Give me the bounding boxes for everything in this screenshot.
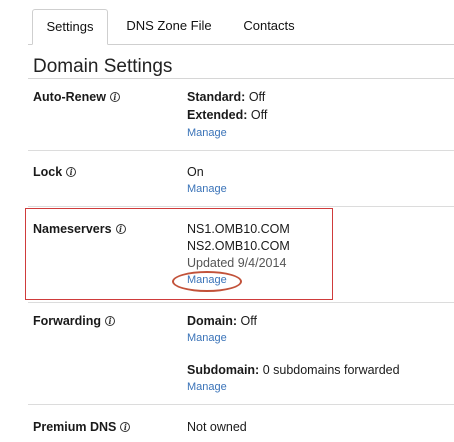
domain-value: Off: [237, 314, 257, 328]
section-divider: [28, 150, 454, 151]
lock-label: Lock: [33, 165, 63, 179]
auto-renew-manage-link[interactable]: Manage: [187, 127, 227, 139]
forwarding-subdomain-manage-link[interactable]: Manage: [187, 381, 227, 393]
lock-value: On: [187, 165, 204, 179]
nameserver-1: NS1.OMB10.COM: [187, 222, 290, 236]
tab-contacts[interactable]: Contacts: [236, 9, 302, 45]
nameserver-2: NS2.OMB10.COM: [187, 239, 290, 253]
info-icon[interactable]: i: [109, 92, 120, 102]
title-divider: [28, 78, 454, 79]
tab-settings[interactable]: Settings: [32, 9, 108, 45]
subdomain-value: 0 subdomains forwarded: [259, 363, 400, 377]
premium-dns-value: Not owned: [187, 420, 247, 434]
standard-value: Off: [245, 90, 266, 104]
forwarding-domain: Domain: Off: [187, 314, 257, 328]
premium-dns-label: Premium DNS: [33, 420, 117, 434]
info-icon[interactable]: i: [120, 422, 131, 432]
domain-label: Domain:: [187, 314, 237, 328]
nameservers-updated: Updated 9/4/2014: [187, 256, 287, 270]
page-title: Domain Settings: [33, 56, 173, 77]
tab-bar: Settings DNS Zone File Contacts: [0, 0, 454, 45]
forwarding-label-row: Forwarding i: [33, 314, 116, 328]
info-icon[interactable]: i: [115, 224, 126, 234]
lock-manage-link[interactable]: Manage: [187, 183, 227, 195]
nameservers-label-row: Nameservers i: [33, 222, 126, 236]
auto-renew-extended: Extended: Off: [187, 108, 267, 122]
forwarding-subdomain: Subdomain: 0 subdomains forwarded: [187, 363, 400, 377]
extended-label: Extended:: [187, 108, 248, 122]
auto-renew-label-row: Auto-Renew i: [33, 90, 120, 104]
premium-dns-label-row: Premium DNS i: [33, 420, 131, 434]
section-divider: [28, 404, 454, 405]
tab-dns-zone-file[interactable]: DNS Zone File: [122, 9, 216, 45]
manage-highlight-oval: [172, 271, 242, 292]
auto-renew-standard: Standard: Off: [187, 90, 265, 104]
standard-label: Standard:: [187, 90, 246, 104]
lock-label-row: Lock i: [33, 165, 77, 179]
forwarding-label: Forwarding: [33, 314, 102, 328]
forwarding-domain-manage-link[interactable]: Manage: [187, 332, 227, 344]
nameservers-label: Nameservers: [33, 222, 112, 236]
info-icon[interactable]: i: [105, 316, 116, 326]
info-icon[interactable]: i: [66, 167, 77, 177]
subdomain-label: Subdomain:: [187, 363, 260, 377]
section-divider: [28, 302, 454, 303]
section-divider: [28, 206, 454, 207]
auto-renew-label: Auto-Renew: [33, 90, 106, 104]
extended-value: Off: [247, 108, 268, 122]
